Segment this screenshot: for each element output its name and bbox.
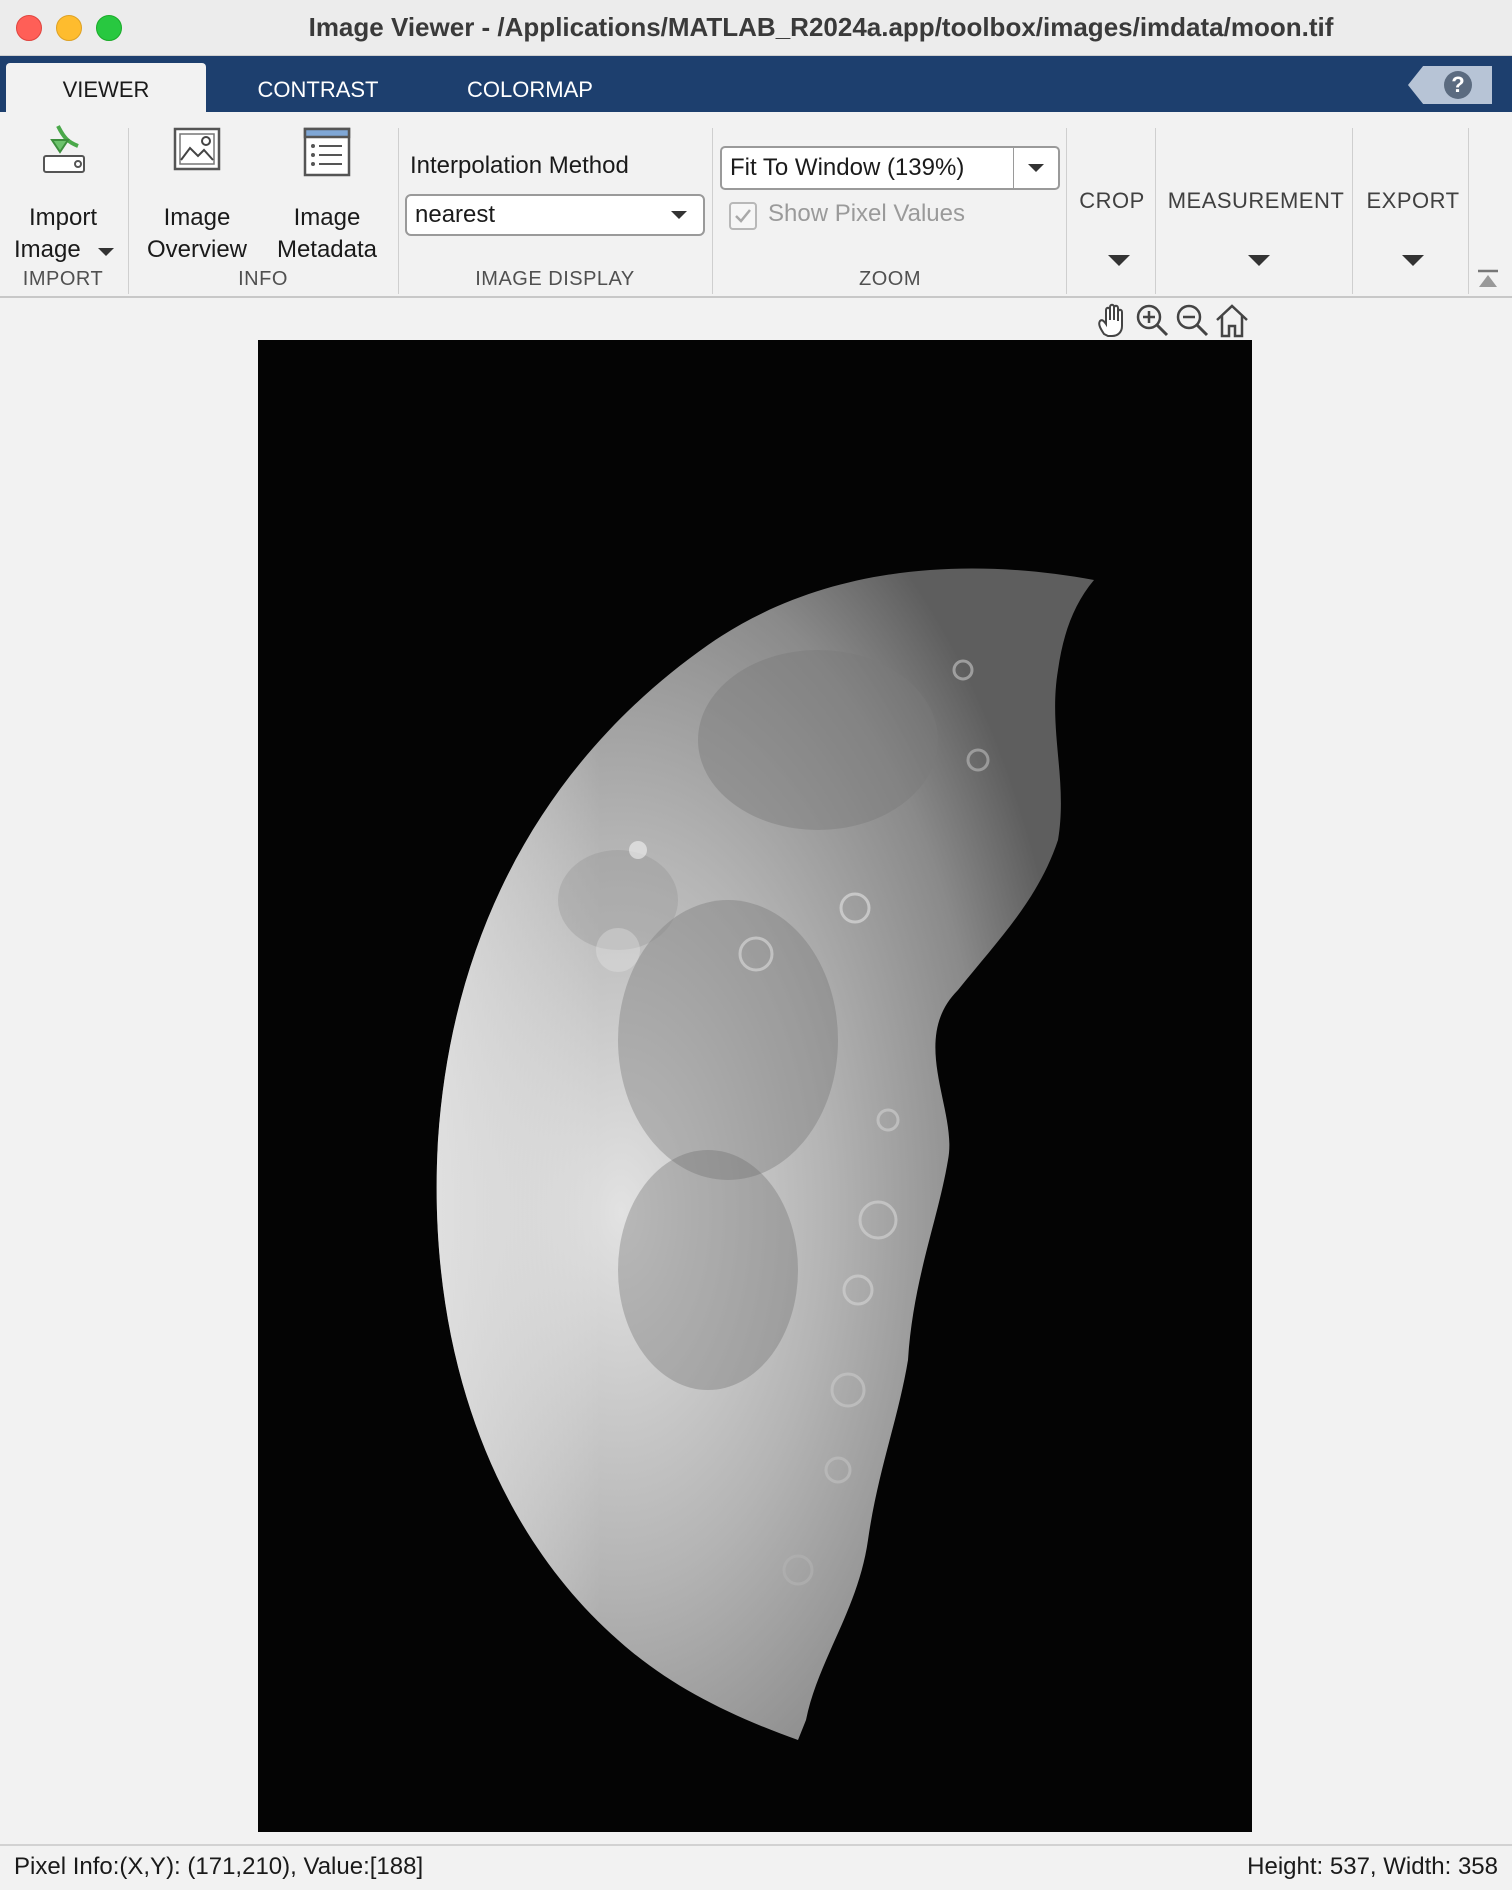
- section-label-import: IMPORT: [22, 268, 104, 290]
- checkmark-icon: [735, 209, 751, 223]
- import-label-line1: Import: [28, 204, 97, 231]
- interpolation-method-label: Interpolation Method: [410, 152, 629, 179]
- image-metadata-button[interactable]: Image Metadata: [270, 126, 384, 268]
- export-menu-button[interactable]: EXPORT: [1354, 112, 1472, 294]
- image-overview-button[interactable]: Image Overview: [140, 126, 254, 268]
- chevron-down-icon: [671, 211, 687, 219]
- image-metadata-icon: [303, 127, 351, 177]
- measurement-label: MEASUREMENT: [1167, 188, 1345, 213]
- section-divider: [1066, 128, 1067, 294]
- toolstrip-tab-bar: VIEWER CONTRAST COLORMAP ?: [0, 56, 1512, 112]
- interpolation-method-dropdown[interactable]: nearest: [405, 194, 705, 236]
- measurement-menu-button[interactable]: MEASUREMENT: [1158, 112, 1354, 294]
- pixel-info-readout: Pixel Info:(X,Y): (171,210), Value:[188]: [14, 1853, 424, 1880]
- section-divider: [712, 128, 713, 294]
- image-overview-icon: [173, 127, 221, 171]
- moon-image: [258, 340, 1252, 1832]
- section-divider: [1468, 128, 1469, 294]
- metadata-label-line2: Metadata: [276, 236, 378, 263]
- chevron-down-icon: [98, 248, 114, 256]
- section-divider: [128, 128, 129, 294]
- image-dimensions-readout: Height: 537, Width: 358: [1247, 1853, 1498, 1880]
- show-pixel-values-checkbox[interactable]: [729, 202, 757, 230]
- chevron-down-icon: [1402, 255, 1424, 266]
- crop-menu-button[interactable]: CROP: [1068, 112, 1156, 294]
- status-bar: Pixel Info:(X,Y): (171,210), Value:[188]…: [0, 1844, 1512, 1890]
- help-icon[interactable]: ?: [1444, 71, 1472, 99]
- tab-viewer[interactable]: VIEWER: [6, 63, 206, 112]
- minimize-window-button[interactable]: [56, 15, 82, 41]
- window-title-bar: Image Viewer - /Applications/MATLAB_R202…: [0, 0, 1512, 56]
- chevron-down-icon[interactable]: [1028, 164, 1044, 172]
- section-label-image-display: IMAGE DISPLAY: [475, 268, 635, 290]
- restore-view-home-icon[interactable]: [1212, 300, 1252, 342]
- import-image-icon: [43, 125, 85, 173]
- tab-colormap[interactable]: COLORMAP: [440, 63, 620, 112]
- export-label: EXPORT: [1366, 188, 1460, 213]
- section-label-zoom: ZOOM: [859, 268, 921, 290]
- pan-hand-icon[interactable]: [1092, 300, 1132, 342]
- section-label-info: INFO: [238, 268, 288, 290]
- zoom-level-combobox[interactable]: Fit To Window (139%): [720, 146, 1060, 190]
- overview-label-line2: Overview: [146, 236, 248, 263]
- image-display-axes[interactable]: [258, 340, 1252, 1832]
- close-window-button[interactable]: [16, 15, 42, 41]
- help-area: ?: [1408, 66, 1492, 104]
- toolstrip: Import Image IMPORT Image Overview Image…: [0, 112, 1512, 298]
- combobox-divider: [1013, 148, 1014, 188]
- crop-label: CROP: [1079, 188, 1145, 213]
- overview-label-line1: Image: [163, 204, 231, 231]
- zoom-in-icon[interactable]: [1132, 300, 1172, 342]
- window-title: Image Viewer - /Applications/MATLAB_R202…: [308, 12, 1334, 42]
- zoom-window-button[interactable]: [96, 15, 122, 41]
- zoom-level-value: Fit To Window (139%): [730, 154, 965, 181]
- chevron-down-icon: [1248, 255, 1270, 266]
- show-pixel-values-label: Show Pixel Values: [768, 200, 965, 227]
- metadata-label-line1: Image: [293, 204, 361, 231]
- zoom-out-icon[interactable]: [1172, 300, 1212, 342]
- import-image-button[interactable]: Import Image: [6, 122, 120, 268]
- section-divider: [398, 128, 399, 294]
- axes-toolbar: [1092, 300, 1252, 342]
- chevron-down-icon: [1108, 255, 1130, 266]
- section-divider: [1352, 128, 1353, 294]
- section-divider: [1155, 128, 1156, 294]
- interpolation-method-value: nearest: [415, 201, 496, 228]
- import-label-line2: Image: [14, 236, 81, 263]
- tab-contrast[interactable]: CONTRAST: [230, 63, 406, 112]
- collapse-toolstrip-icon[interactable]: [1476, 268, 1500, 290]
